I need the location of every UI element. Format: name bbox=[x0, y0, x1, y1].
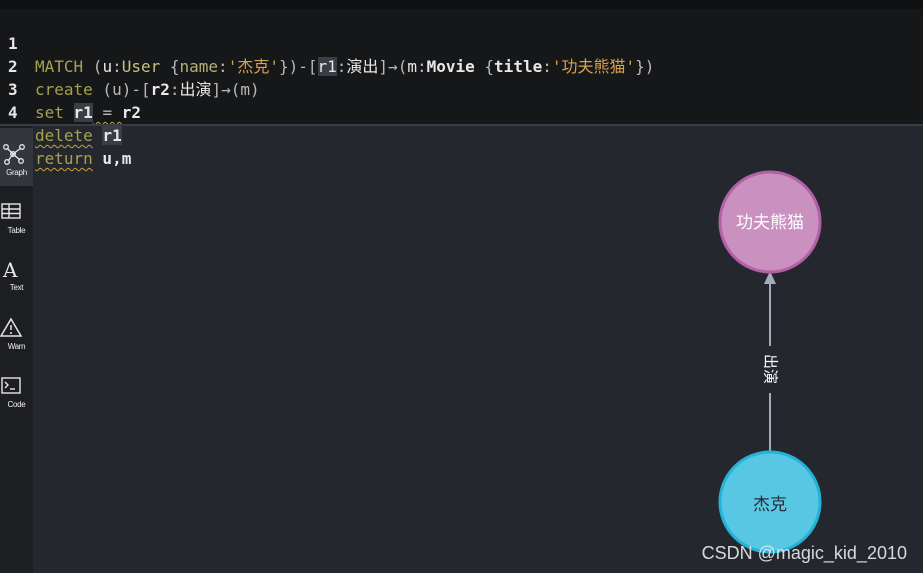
code-line-5[interactable]: 5 return u,m bbox=[0, 101, 131, 168]
variable: u bbox=[102, 57, 113, 76]
code-line-1[interactable]: 1 MATCH (u:User {name:'杰克'})-[r1:演出]→(m:… bbox=[0, 9, 654, 76]
node-label: 杰克 bbox=[753, 495, 787, 515]
view-tab-table[interactable]: Table bbox=[0, 186, 33, 244]
relationship-label: 出演 bbox=[762, 354, 780, 384]
svg-text:A: A bbox=[2, 258, 18, 280]
view-tab-warn[interactable]: Warn bbox=[0, 302, 33, 360]
view-tab-label: Table bbox=[7, 226, 26, 235]
node-user[interactable]: 杰克 bbox=[718, 450, 822, 554]
view-tab-code[interactable]: Code bbox=[0, 360, 33, 418]
code-text[interactable]: set r1 = r2 bbox=[35, 101, 141, 124]
punct: : bbox=[218, 57, 228, 76]
punct: : bbox=[416, 57, 427, 76]
variable-highlighted: r1 bbox=[73, 103, 93, 122]
punct: { bbox=[474, 57, 495, 76]
punct: : bbox=[336, 57, 347, 76]
code-text[interactable]: MATCH (u:User {name:'杰克'})-[r1:演出]→(m:Mo… bbox=[35, 55, 654, 78]
variable: r2 bbox=[150, 80, 170, 99]
code-line-4[interactable]: 4 delete r1 bbox=[0, 78, 122, 145]
string-literal: '功夫熊猫' bbox=[551, 57, 636, 76]
result-view-sidebar: Graph Table A Text Warn Code bbox=[0, 126, 33, 573]
view-tab-label: Text bbox=[9, 283, 24, 292]
relationship-type: 出演 bbox=[179, 80, 212, 99]
graph-canvas[interactable]: 出演 功夫熊猫 杰克 bbox=[33, 126, 923, 573]
punct: }) bbox=[635, 57, 655, 76]
view-tab-label: Graph bbox=[6, 168, 27, 177]
watermark: CSDN @magic_kid_2010 bbox=[701, 543, 907, 563]
punct: ]→(m) bbox=[211, 80, 260, 99]
variable: r2 bbox=[121, 103, 141, 122]
code-text[interactable]: create (u)-[r2:出演]→(m) bbox=[35, 78, 260, 101]
node-movie[interactable]: 功夫熊猫 bbox=[718, 170, 822, 274]
relationship-edge[interactable]: 出演 bbox=[762, 271, 780, 452]
code-line-3[interactable]: 3 set r1 = r2 bbox=[0, 55, 141, 122]
keyword: set bbox=[35, 103, 64, 122]
relationship-type: 演出 bbox=[346, 57, 379, 76]
view-tab-label: Warn bbox=[7, 342, 26, 351]
node-label: 功夫熊猫 bbox=[736, 213, 804, 233]
query-editor[interactable]: 1 MATCH (u:User {name:'杰克'})-[r1:演出]→(m:… bbox=[0, 0, 923, 168]
view-tab-label: Code bbox=[7, 400, 26, 409]
punct: (u)-[ bbox=[92, 80, 151, 99]
operator: = bbox=[92, 103, 122, 122]
variable-highlighted: r1 bbox=[317, 57, 337, 76]
punct: ( bbox=[83, 57, 103, 76]
string-literal: '杰克' bbox=[227, 57, 279, 76]
property-key: title bbox=[494, 57, 543, 76]
punct: : bbox=[542, 57, 552, 76]
node-label-text: User bbox=[121, 57, 161, 76]
punct: })-[ bbox=[278, 57, 318, 76]
punct: : bbox=[169, 80, 180, 99]
variable: m bbox=[407, 57, 417, 76]
view-tab-graph[interactable]: Graph bbox=[0, 128, 33, 186]
node-label-text: Movie bbox=[426, 57, 475, 76]
punct: ]→( bbox=[378, 57, 408, 76]
view-tab-text[interactable]: A Text bbox=[0, 243, 33, 301]
code-line-2[interactable]: 2 create (u)-[r2:出演]→(m) bbox=[0, 32, 260, 99]
punct: : bbox=[112, 57, 122, 76]
keyword: MATCH bbox=[35, 57, 84, 76]
punct: { bbox=[160, 57, 180, 76]
property-key: name bbox=[179, 57, 219, 76]
keyword: create bbox=[35, 80, 93, 99]
